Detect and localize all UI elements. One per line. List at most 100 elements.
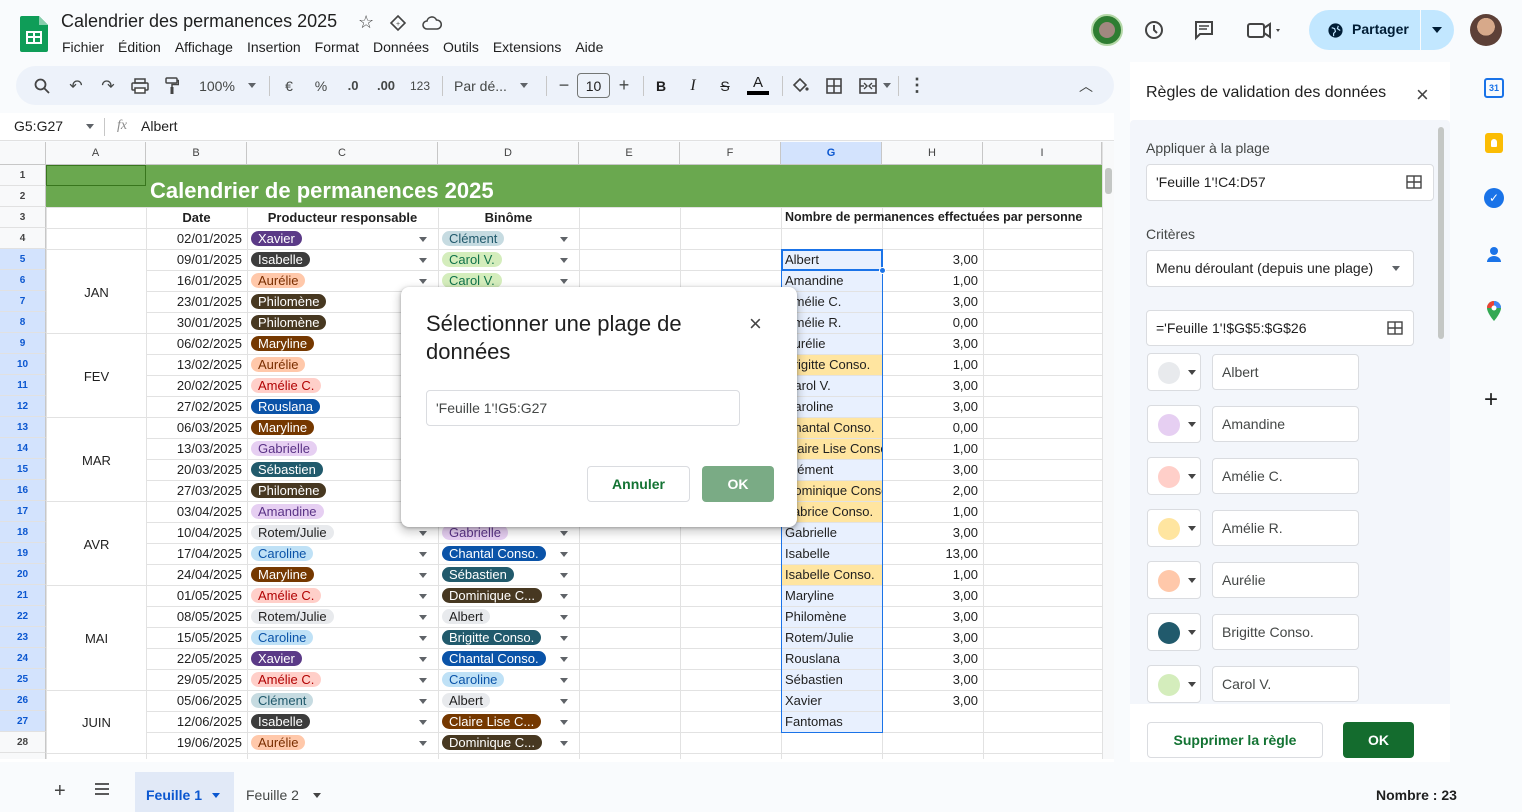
row-header-13[interactable]: 13	[0, 417, 46, 438]
merge-dropdown-icon[interactable]	[883, 83, 891, 88]
producer-dropdown-icon[interactable]	[419, 741, 427, 746]
date-cell[interactable]: 19/06/2025	[146, 732, 245, 753]
producer-dropdown-icon[interactable]	[419, 678, 427, 683]
producer-chip[interactable]: Amandine	[251, 504, 324, 519]
producer-chip[interactable]: Amélie C.	[251, 378, 322, 393]
vertical-scrollbar[interactable]	[1105, 168, 1112, 194]
value-color-picker[interactable]	[1147, 561, 1201, 599]
sheet-tab-menu-icon[interactable]	[313, 793, 321, 798]
producer-dropdown-icon[interactable]	[419, 531, 427, 536]
dropdown-value-input[interactable]: Brigitte Conso.	[1212, 614, 1359, 650]
binome-dropdown-icon[interactable]	[560, 699, 568, 704]
menu-edition[interactable]: Édition	[111, 37, 168, 57]
producer-chip[interactable]: Maryline	[251, 420, 315, 435]
producer-dropdown-icon[interactable]	[419, 258, 427, 263]
more-options-icon[interactable]: ⋮	[906, 66, 928, 105]
producer-dropdown-icon[interactable]	[419, 594, 427, 599]
binome-chip[interactable]: Albert	[442, 693, 490, 708]
row-header-20[interactable]: 20	[0, 564, 46, 585]
value-color-picker[interactable]	[1147, 613, 1201, 651]
star-icon[interactable]: ☆	[358, 12, 374, 33]
producer-chip[interactable]: Maryline	[251, 336, 315, 351]
row-header-1[interactable]: 1	[0, 165, 46, 186]
producer-chip[interactable]: Aurélie	[251, 273, 306, 288]
row-header-7[interactable]: 7	[0, 291, 46, 312]
menu-outils[interactable]: Outils	[436, 37, 486, 57]
binome-dropdown-icon[interactable]	[560, 678, 568, 683]
header-binome[interactable]: Binôme	[438, 207, 579, 228]
fill-handle[interactable]	[879, 267, 886, 274]
row-header-11[interactable]: 11	[0, 375, 46, 396]
date-cell[interactable]: 01/05/2025	[146, 585, 245, 606]
column-header-b[interactable]: B	[146, 142, 247, 165]
document-title[interactable]: Calendrier des permanences 2025	[61, 11, 337, 32]
row-header-24[interactable]: 24	[0, 648, 46, 669]
menu-fichier[interactable]: Fichier	[55, 37, 111, 57]
producer-chip[interactable]: Philomène	[251, 294, 327, 309]
gemini-avatar-icon[interactable]	[1091, 14, 1123, 46]
binome-dropdown-icon[interactable]	[560, 594, 568, 599]
share-dropdown-icon[interactable]	[1432, 27, 1442, 33]
row-header-9[interactable]: 9	[0, 333, 46, 354]
date-cell[interactable]: 10/04/2025	[146, 522, 245, 543]
row-header-10[interactable]: 10	[0, 354, 46, 375]
close-icon[interactable]: ×	[749, 311, 762, 337]
date-cell[interactable]: 20/02/2025	[146, 375, 245, 396]
name-box[interactable]: G5:G27	[14, 118, 63, 134]
count-cell[interactable]: 1,00	[883, 438, 980, 459]
producer-dropdown-icon[interactable]	[419, 573, 427, 578]
month-label[interactable]: JUIN	[47, 712, 146, 733]
zoom-dropdown-icon[interactable]	[248, 83, 256, 88]
value-color-picker[interactable]	[1147, 665, 1201, 703]
column-header-h[interactable]: H	[882, 142, 983, 165]
criteria-select[interactable]: Menu déroulant (depuis une plage)	[1146, 250, 1414, 287]
count-cell[interactable]: 3,00	[883, 396, 980, 417]
font-size-increase-button[interactable]: +	[614, 66, 634, 105]
producer-chip[interactable]: Xavier	[251, 231, 302, 246]
row-header-28[interactable]: 28	[0, 732, 46, 753]
collapse-toolbar-icon[interactable]: ︿	[1074, 66, 1098, 105]
count-cell[interactable]: 0,00	[883, 312, 980, 333]
row-header-12[interactable]: 12	[0, 396, 46, 417]
producer-chip[interactable]: Caroline	[251, 630, 314, 645]
cancel-button[interactable]: Annuler	[587, 466, 690, 502]
row-header-21[interactable]: 21	[0, 585, 46, 606]
panel-close-icon[interactable]: ×	[1416, 82, 1429, 108]
delete-rule-button[interactable]: Supprimer la règle	[1147, 722, 1323, 758]
date-cell[interactable]: 08/05/2025	[146, 606, 245, 627]
count-cell[interactable]	[883, 711, 980, 732]
count-cell[interactable]: 1,00	[883, 564, 980, 585]
row-header-14[interactable]: 14	[0, 438, 46, 459]
binome-chip[interactable]: Brigitte Conso.	[442, 630, 542, 645]
count-cell[interactable]: 3,00	[883, 627, 980, 648]
producer-chip[interactable]: Isabelle	[251, 252, 310, 267]
range-input[interactable]: 'Feuille 1'!G5:G27	[426, 390, 740, 426]
dropdown-value-input[interactable]: Carol V.	[1212, 666, 1359, 702]
count-cell[interactable]: 1,00	[883, 354, 980, 375]
menu-insertion[interactable]: Insertion	[240, 37, 308, 57]
producer-chip[interactable]: Rouslana	[251, 399, 320, 414]
month-label[interactable]: MAR	[47, 450, 146, 471]
month-label[interactable]: MAI	[47, 628, 146, 649]
binome-dropdown-icon[interactable]	[560, 552, 568, 557]
bold-button[interactable]: B	[650, 66, 672, 105]
producer-chip[interactable]: Philomène	[251, 483, 327, 498]
binome-dropdown-icon[interactable]	[560, 636, 568, 641]
count-cell[interactable]: 1,00	[883, 501, 980, 522]
undo-icon[interactable]: ↶	[64, 66, 88, 105]
meet-icon[interactable]	[1246, 18, 1284, 42]
binome-dropdown-icon[interactable]	[560, 531, 568, 536]
binome-chip[interactable]: Claire Lise C...	[442, 714, 542, 729]
binome-dropdown-icon[interactable]	[560, 720, 568, 725]
binome-dropdown-icon[interactable]	[560, 615, 568, 620]
date-cell[interactable]: 20/03/2025	[146, 459, 245, 480]
selection-count[interactable]: Nombre : 23	[1376, 787, 1457, 803]
date-cell[interactable]: 03/04/2025	[146, 501, 245, 522]
dropdown-value-input[interactable]: Aurélie	[1212, 562, 1359, 598]
producer-dropdown-icon[interactable]	[419, 636, 427, 641]
count-cell[interactable]: 1,00	[883, 270, 980, 291]
binome-dropdown-icon[interactable]	[560, 237, 568, 242]
binome-chip[interactable]: Chantal Conso.	[442, 546, 546, 561]
calendar-icon[interactable]: 31	[1484, 78, 1504, 98]
count-cell[interactable]: 3,00	[883, 375, 980, 396]
